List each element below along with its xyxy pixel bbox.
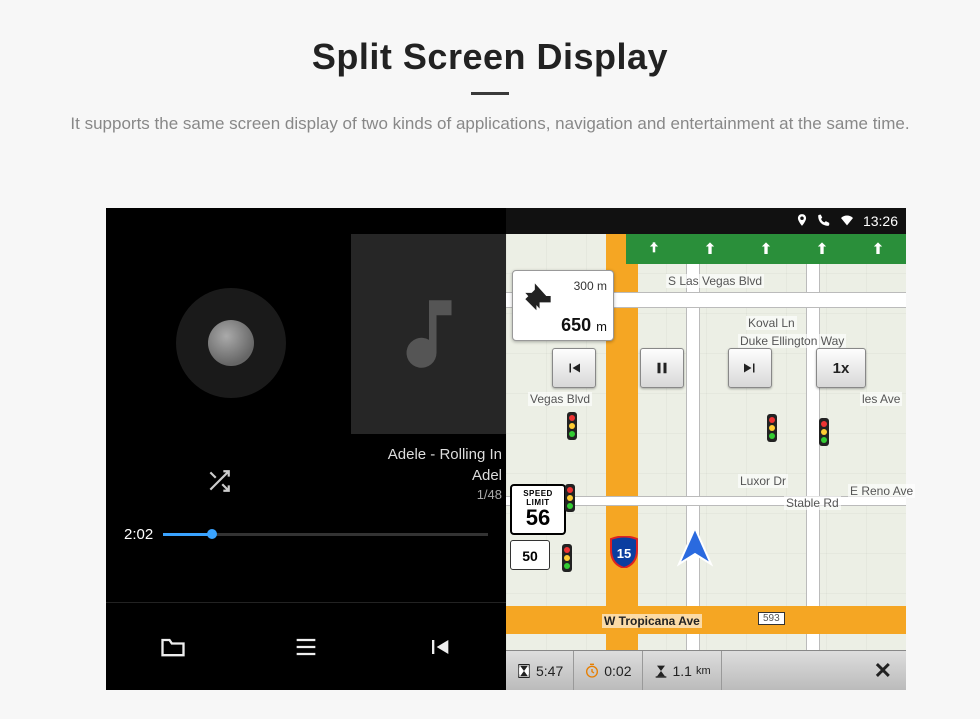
turn-dist-big: 650 xyxy=(561,315,591,335)
sim-prev-button[interactable] xyxy=(552,348,596,388)
android-statusbar: 13:26 xyxy=(506,208,906,234)
speed-limit-value: 56 xyxy=(512,507,564,529)
close-button[interactable]: ✕ xyxy=(860,658,906,684)
page-subtitle: It supports the same screen display of t… xyxy=(60,111,920,137)
title-underline xyxy=(471,92,509,95)
track-title: Adele - Rolling In xyxy=(388,444,502,465)
seek-bar[interactable] xyxy=(163,533,488,536)
trip-distance: 1.1 km xyxy=(643,651,722,690)
sim-speed-button[interactable]: 1x xyxy=(816,348,866,388)
seek-handle[interactable] xyxy=(207,529,217,539)
traffic-light-icon xyxy=(566,412,578,440)
road-tropicana xyxy=(506,606,906,634)
lane-guidance xyxy=(626,234,906,264)
interstate-shield-15: 15 xyxy=(609,536,639,568)
location-icon xyxy=(795,213,809,230)
street-label: W Tropicana Ave xyxy=(602,614,702,628)
trip-time: 0:02 xyxy=(574,651,642,690)
street-label: Duke Ellington Way xyxy=(738,334,846,348)
joystick-knob[interactable] xyxy=(208,320,254,366)
split-screen-device: 13:26 Adele - Rolling In Adel 1/48 2:02 xyxy=(106,208,906,690)
street-label: Koval Ln xyxy=(746,316,797,330)
sim-pause-button[interactable] xyxy=(640,348,684,388)
street-label: E Reno Ave xyxy=(848,484,915,498)
sim-next-button[interactable] xyxy=(728,348,772,388)
previous-track-button[interactable] xyxy=(373,603,506,690)
traffic-light-icon xyxy=(561,544,573,572)
elapsed-time: 2:02 xyxy=(124,526,153,543)
arrival-time: 5:47 xyxy=(506,651,574,690)
street-label: S Las Vegas Blvd xyxy=(666,274,764,288)
wifi-icon xyxy=(839,212,855,231)
street-label: Stable Rd xyxy=(784,496,841,510)
music-bottom-bar xyxy=(106,602,506,690)
turn-dist-small: 300 xyxy=(574,279,594,293)
clock-text: 13:26 xyxy=(863,213,898,229)
folder-button[interactable] xyxy=(106,603,239,690)
turn-instruction: 300 m 650 m xyxy=(512,270,614,341)
nav-bottom-bar: 5:47 0:02 1.1 km ✕ xyxy=(506,650,906,690)
shuffle-button[interactable] xyxy=(206,468,232,500)
album-art-placeholder xyxy=(351,234,506,434)
joystick-control[interactable] xyxy=(176,288,286,398)
track-artist: Adel xyxy=(388,465,502,486)
vehicle-position-icon xyxy=(671,524,719,577)
svg-text:15: 15 xyxy=(617,546,631,561)
route-marker: 593 xyxy=(758,612,785,625)
street-label: Vegas Blvd xyxy=(528,392,592,406)
page-title: Split Screen Display xyxy=(0,36,980,78)
nav-simulation-controls: 1x xyxy=(552,348,866,388)
playlist-button[interactable] xyxy=(239,603,372,690)
traffic-light-icon xyxy=(818,418,830,446)
phone-icon xyxy=(817,213,831,230)
traffic-light-icon xyxy=(564,484,576,512)
speed-limit-sign: SPEED LIMIT 56 xyxy=(510,484,566,535)
street-label: les Ave xyxy=(860,392,902,406)
track-info: Adele - Rolling In Adel 1/48 xyxy=(388,444,506,504)
track-index: 1/48 xyxy=(388,486,502,504)
street-label: Luxor Dr xyxy=(738,474,788,488)
route-shield-50: 50 xyxy=(510,540,550,570)
music-player-panel: Adele - Rolling In Adel 1/48 2:02 xyxy=(106,208,506,690)
progress-row: 2:02 xyxy=(124,522,488,546)
traffic-light-icon xyxy=(766,414,778,442)
navigation-panel[interactable]: S Las Vegas Blvd Koval Ln Duke Ellington… xyxy=(506,234,906,690)
